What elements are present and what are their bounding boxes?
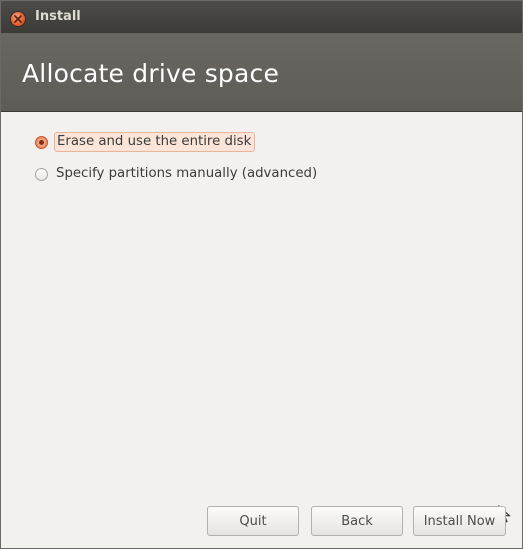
page-header: Allocate drive space bbox=[1, 33, 522, 112]
installer-window: Install Allocate drive space Erase and u… bbox=[0, 0, 523, 549]
close-icon[interactable] bbox=[11, 12, 25, 26]
page-title: Allocate drive space bbox=[22, 59, 280, 88]
manual-partition-label[interactable]: Specify partitions manually (advanced) bbox=[54, 165, 320, 183]
erase-disk-label[interactable]: Erase and use the entire disk bbox=[54, 132, 256, 152]
quit-button[interactable]: Quit bbox=[207, 506, 299, 536]
content-area: Erase and use the entire disk Specify pa… bbox=[1, 112, 522, 548]
erase-disk-radio[interactable] bbox=[35, 136, 48, 149]
install-now-button[interactable]: Install Now bbox=[413, 506, 506, 536]
manual-partition-radio[interactable] bbox=[35, 168, 48, 181]
title-bar: Install bbox=[1, 1, 522, 33]
back-button[interactable]: Back bbox=[311, 506, 403, 536]
window-title: Install bbox=[35, 9, 81, 24]
